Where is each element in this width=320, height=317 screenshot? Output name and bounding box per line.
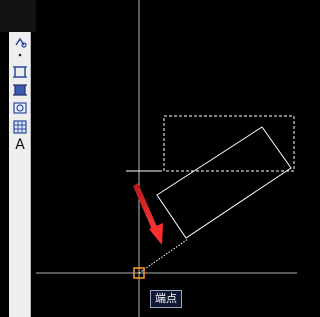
drawing-canvas[interactable]: [0, 0, 297, 317]
annotation-arrow: [133, 183, 163, 245]
snap-tooltip: 端点: [150, 290, 182, 308]
tracking-line: [138, 238, 189, 274]
dashed-selection-rectangle: [163, 115, 295, 172]
rotated-rectangle: [156, 126, 292, 239]
cad-window: A 端点: [0, 0, 297, 317]
